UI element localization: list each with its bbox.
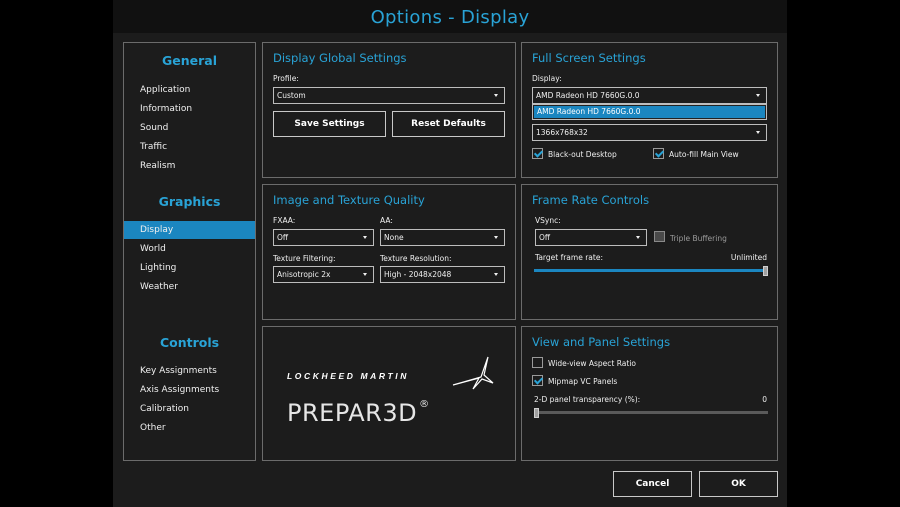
title-bar: Options - Display bbox=[113, 0, 787, 33]
texture-filtering-select-value: Anisotropic 2x bbox=[277, 270, 331, 279]
chevron-down-icon bbox=[636, 236, 640, 239]
blackout-desktop-checkbox[interactable] bbox=[532, 148, 543, 159]
sidebar-heading-controls: Controls bbox=[159, 335, 220, 350]
texture-filtering-label: Texture Filtering: bbox=[273, 254, 336, 263]
aa-select[interactable]: None bbox=[380, 229, 505, 246]
texture-resolution-select[interactable]: High - 2048x2048 bbox=[380, 266, 505, 283]
vsync-label: VSync: bbox=[535, 216, 561, 225]
cancel-button[interactable]: Cancel bbox=[613, 471, 692, 497]
fxaa-select[interactable]: Off bbox=[273, 229, 374, 246]
sidebar-heading-general: General bbox=[162, 53, 217, 68]
triple-buffering-label: Triple Buffering bbox=[670, 234, 727, 243]
ok-button[interactable]: OK bbox=[699, 471, 778, 497]
chevron-down-icon bbox=[494, 236, 498, 239]
sidebar-heading-graphics: Graphics bbox=[158, 194, 221, 209]
resolution-select[interactable]: 1366x768x32 bbox=[532, 124, 767, 141]
triple-buffering-checkbox[interactable] bbox=[654, 231, 665, 242]
view-panel: View and Panel Settings Wide-view Aspect… bbox=[521, 326, 778, 461]
transparency-value: 0 bbox=[762, 395, 767, 404]
sidebar-item-key-assignments[interactable]: Key Assignments bbox=[124, 362, 255, 380]
lockheed-martin-logo-text: LOCKHEED MARTIN bbox=[287, 371, 409, 381]
display-global-title: Display Global Settings bbox=[273, 51, 407, 65]
star-logo-icon bbox=[452, 356, 494, 390]
texture-filtering-select[interactable]: Anisotropic 2x bbox=[273, 266, 374, 283]
display-global-panel: Display Global Settings Profile: Custom … bbox=[262, 42, 516, 178]
frame-rate-title: Frame Rate Controls bbox=[532, 193, 650, 207]
profile-select[interactable]: Custom bbox=[273, 87, 505, 104]
target-frame-rate-thumb[interactable] bbox=[763, 266, 768, 276]
chevron-down-icon bbox=[494, 94, 498, 97]
fxaa-select-value: Off bbox=[277, 233, 289, 242]
autofill-main-view-label: Auto-fill Main View bbox=[669, 150, 739, 159]
sidebar-item-other[interactable]: Other bbox=[124, 419, 255, 437]
transparency-thumb[interactable] bbox=[534, 408, 539, 418]
options-window: Options - Display General Application In… bbox=[113, 0, 787, 507]
wide-view-label: Wide-view Aspect Ratio bbox=[548, 359, 636, 368]
display-option[interactable]: AMD Radeon HD 7660G.0.0 bbox=[534, 106, 765, 118]
mipmap-vc-checkbox[interactable] bbox=[532, 375, 543, 386]
fxaa-label: FXAA: bbox=[273, 216, 296, 225]
target-frame-rate-label: Target frame rate: bbox=[535, 253, 603, 262]
blackout-desktop-label: Black-out Desktop bbox=[548, 150, 617, 159]
sidebar-item-information[interactable]: Information bbox=[124, 100, 255, 118]
image-quality-title: Image and Texture Quality bbox=[273, 193, 425, 207]
chevron-down-icon bbox=[363, 236, 367, 239]
aa-label: AA: bbox=[380, 216, 393, 225]
display-select-value: AMD Radeon HD 7660G.0.0 bbox=[536, 91, 640, 100]
fullscreen-title: Full Screen Settings bbox=[532, 51, 646, 65]
texture-resolution-label: Texture Resolution: bbox=[380, 254, 452, 263]
sidebar-item-lighting[interactable]: Lighting bbox=[124, 259, 255, 277]
sidebar-item-application[interactable]: Application bbox=[124, 81, 255, 99]
view-panel-title: View and Panel Settings bbox=[532, 335, 671, 349]
sidebar-item-axis-assignments[interactable]: Axis Assignments bbox=[124, 381, 255, 399]
reset-defaults-button[interactable]: Reset Defaults bbox=[392, 111, 505, 137]
wide-view-checkbox[interactable] bbox=[532, 357, 543, 368]
chevron-down-icon bbox=[494, 273, 498, 276]
transparency-label: 2-D panel transparency (%): bbox=[534, 395, 641, 404]
sidebar-item-realism[interactable]: Realism bbox=[124, 157, 255, 175]
chevron-down-icon bbox=[756, 94, 760, 97]
vsync-select-value: Off bbox=[539, 233, 551, 242]
display-label: Display: bbox=[532, 74, 562, 83]
image-quality-panel: Image and Texture Quality FXAA: Off AA: … bbox=[262, 184, 516, 320]
display-select[interactable]: AMD Radeon HD 7660G.0.0 bbox=[532, 87, 767, 104]
profile-select-value: Custom bbox=[277, 91, 306, 100]
chevron-down-icon bbox=[756, 131, 760, 134]
fullscreen-panel: Full Screen Settings Display: AMD Radeon… bbox=[521, 42, 778, 178]
window-title: Options - Display bbox=[370, 7, 530, 28]
prepar3d-logo-text: PREPAR3D bbox=[287, 399, 418, 427]
texture-resolution-select-value: High - 2048x2048 bbox=[384, 270, 452, 279]
sidebar: General Application Information Sound Tr… bbox=[123, 42, 256, 461]
sidebar-item-world[interactable]: World bbox=[124, 240, 255, 258]
vsync-select[interactable]: Off bbox=[535, 229, 647, 246]
sidebar-item-weather[interactable]: Weather bbox=[124, 278, 255, 296]
sidebar-item-display[interactable]: Display bbox=[124, 221, 255, 239]
frame-rate-panel: Frame Rate Controls VSync: Off Triple Bu… bbox=[521, 184, 778, 320]
sidebar-item-traffic[interactable]: Traffic bbox=[124, 138, 255, 156]
transparency-slider[interactable] bbox=[534, 411, 768, 414]
sidebar-item-sound[interactable]: Sound bbox=[124, 119, 255, 137]
display-dropdown-list: AMD Radeon HD 7660G.0.0 bbox=[532, 104, 767, 120]
resolution-select-value: 1366x768x32 bbox=[536, 128, 588, 137]
save-settings-button[interactable]: Save Settings bbox=[273, 111, 386, 137]
logo-panel: LOCKHEED MARTIN PREPAR3D ® bbox=[262, 326, 516, 461]
profile-label: Profile: bbox=[273, 74, 299, 83]
target-frame-rate-slider[interactable] bbox=[534, 269, 768, 272]
target-frame-rate-fill bbox=[534, 269, 768, 272]
registered-mark: ® bbox=[419, 399, 430, 410]
mipmap-vc-label: Mipmap VC Panels bbox=[548, 377, 618, 386]
aa-select-value: None bbox=[384, 233, 404, 242]
prepar3d-logo: PREPAR3D ® bbox=[287, 399, 430, 427]
chevron-down-icon bbox=[363, 273, 367, 276]
target-frame-rate-value: Unlimited bbox=[730, 253, 767, 262]
sidebar-item-calibration[interactable]: Calibration bbox=[124, 400, 255, 418]
autofill-main-view-checkbox[interactable] bbox=[653, 148, 664, 159]
